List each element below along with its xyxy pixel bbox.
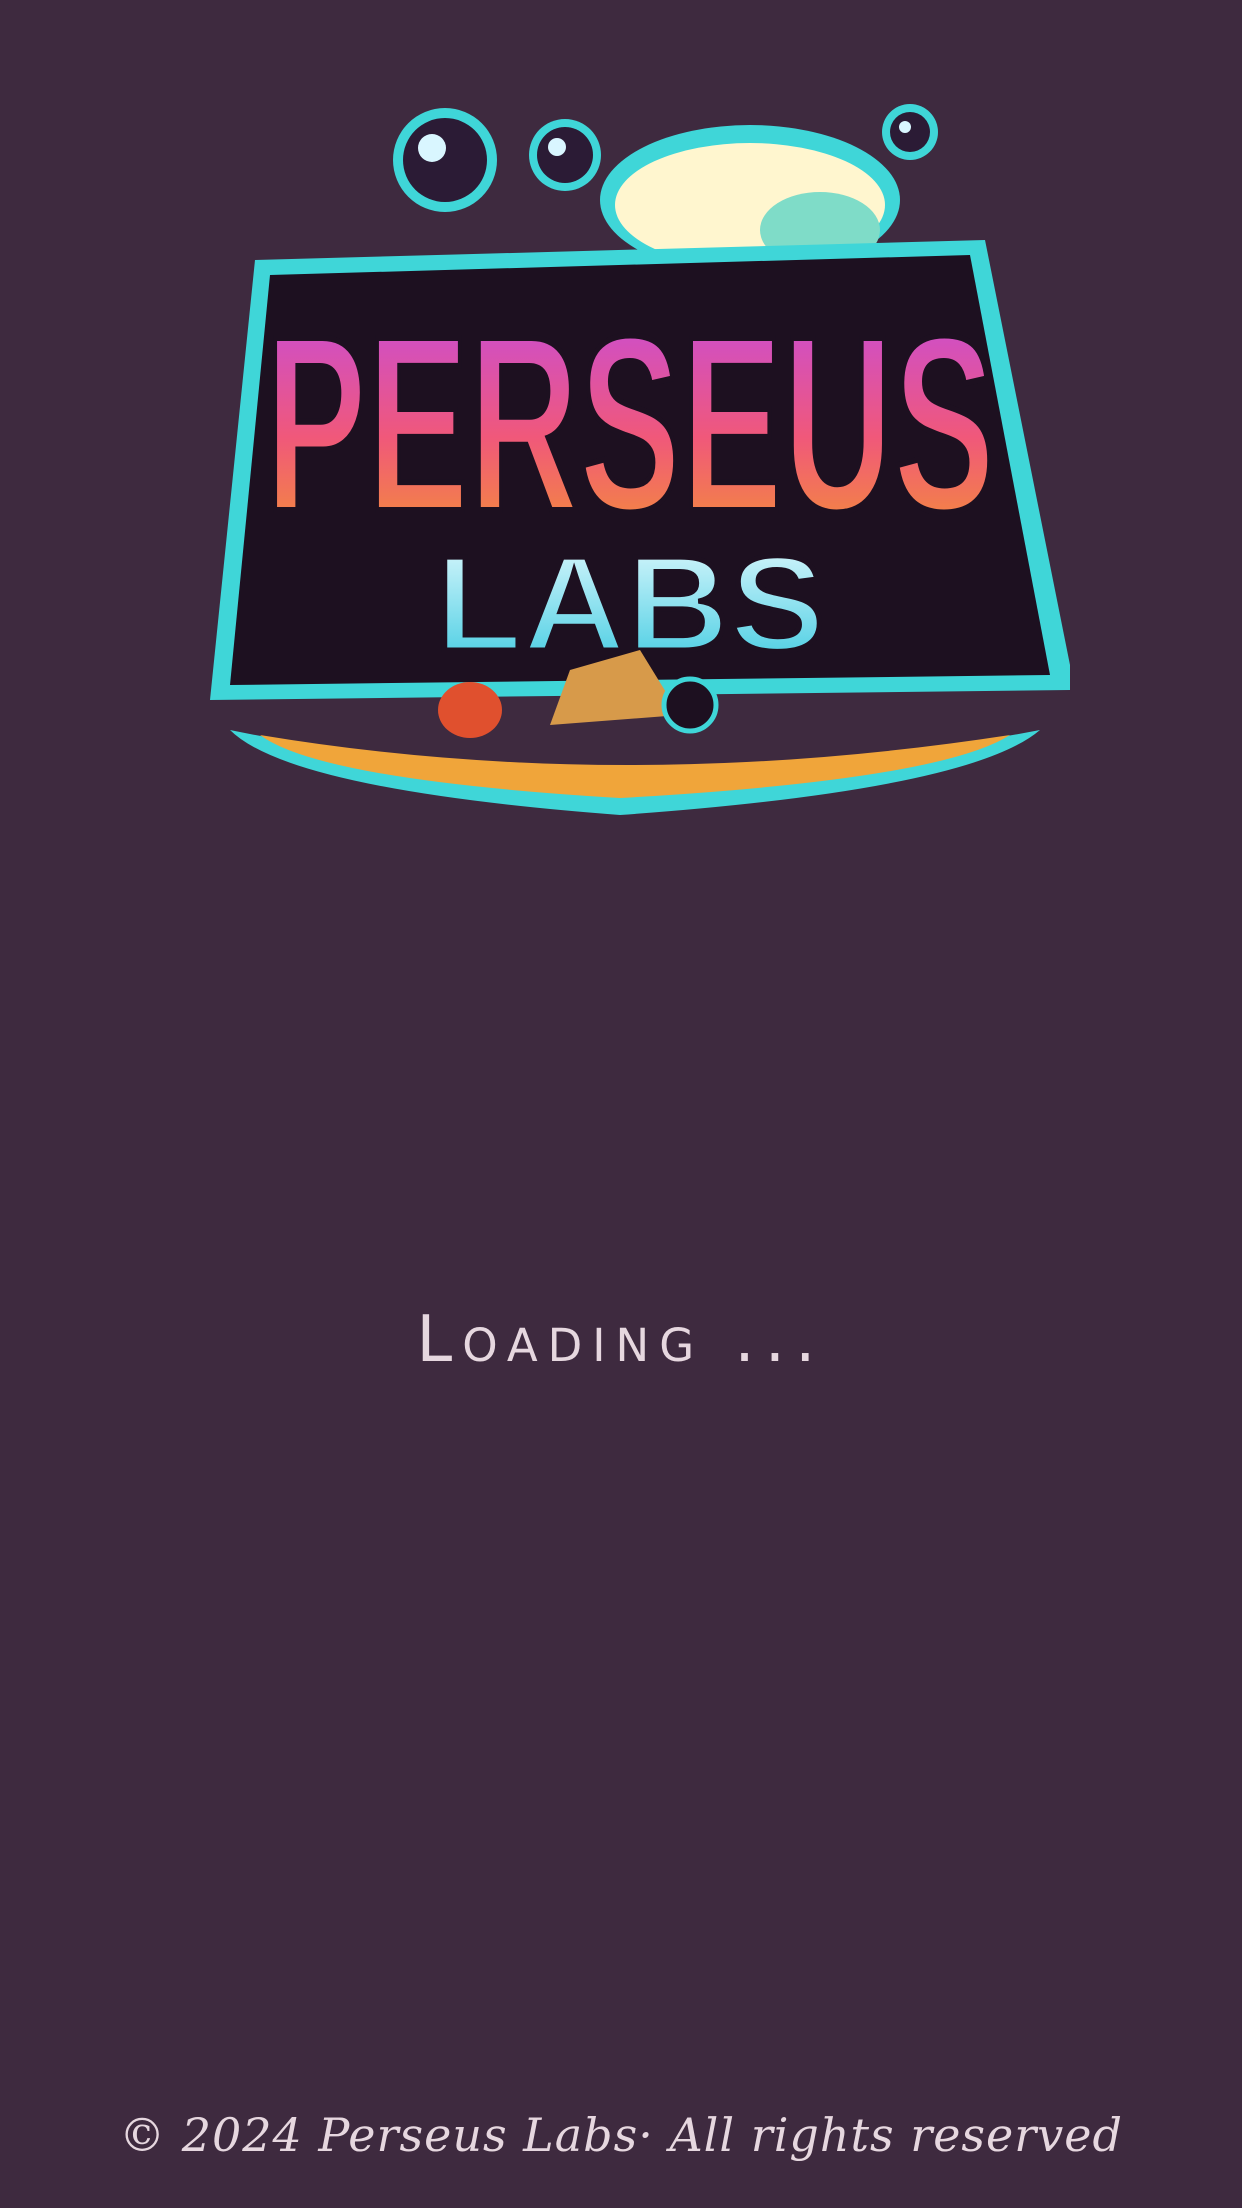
loading-text: Loading ... [416,1303,826,1377]
copyright-footer: © 2024 Perseus Labs· All rights reserved [119,2108,1123,2162]
logo-title-perseus: PERSEUS [265,284,995,563]
logo-art: PERSEUS LABS [210,104,1070,815]
loading-screen: PERSEUS LABS Loading ... © 2024 Perseus … [0,0,1242,2208]
perseus-labs-logo: PERSEUS LABS [170,90,1070,840]
